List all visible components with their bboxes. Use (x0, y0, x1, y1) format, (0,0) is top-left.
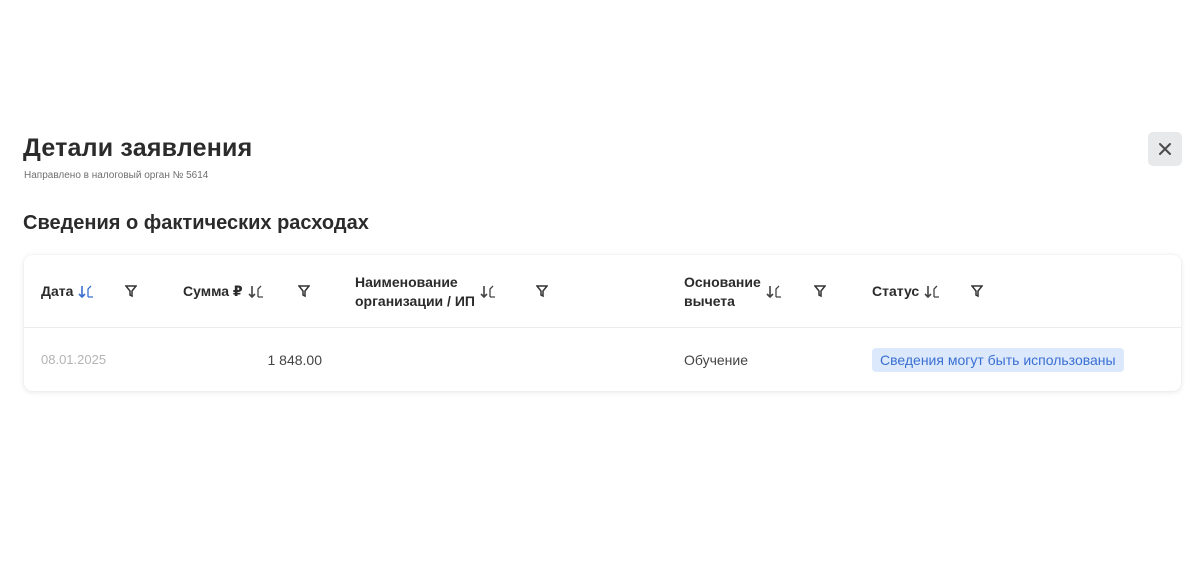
cell-amount: 1 848.00 (267, 351, 323, 368)
expenses-table: Дата Сумма ₽ Наименование организации / … (24, 255, 1181, 391)
close-button[interactable] (1148, 132, 1182, 166)
page-subtitle: Направлено в налоговый орган № 5614 (24, 170, 209, 181)
sort-icon[interactable] (924, 285, 940, 299)
column-header-deduction-basis[interactable]: Основание вычета (684, 255, 782, 328)
table-header: Дата Сумма ₽ Наименование организации / … (24, 255, 1181, 328)
column-label-organization-line2: организации / ИП (355, 292, 475, 309)
column-header-date[interactable]: Дата (41, 255, 94, 328)
column-header-organization[interactable]: Наименование организации / ИП (355, 255, 496, 328)
cell-status: Сведения могут быть использованы (872, 328, 1124, 391)
sort-icon[interactable] (480, 285, 496, 299)
column-header-status[interactable]: Статус (872, 255, 940, 328)
filter-icon[interactable] (298, 284, 310, 298)
statement-details-modal: Детали заявления Направлено в налоговый … (0, 0, 1200, 563)
status-badge: Сведения могут быть использованы (872, 347, 1124, 372)
column-label-deduction-basis: Основание вычета (684, 273, 761, 311)
sort-icon[interactable] (766, 285, 782, 299)
section-title: Сведения о фактических расходах (23, 212, 369, 234)
sort-icon[interactable] (78, 285, 94, 299)
filter-icon[interactable] (536, 284, 548, 298)
cell-date: 08.01.2025 (41, 352, 107, 367)
column-label-organization-line1: Наименование (355, 273, 458, 290)
close-icon (1158, 142, 1172, 156)
sort-icon[interactable] (248, 285, 264, 299)
filter-icon[interactable] (814, 284, 826, 298)
column-label-basis-line2: вычета (684, 292, 735, 309)
column-label-basis-line1: Основание (684, 273, 761, 290)
column-label-date: Дата (41, 283, 74, 299)
page-title: Детали заявления (23, 134, 253, 162)
column-header-amount[interactable]: Сумма ₽ (183, 255, 264, 328)
column-label-status: Статус (872, 283, 920, 299)
column-label-organization: Наименование организации / ИП (355, 273, 475, 311)
filter-icon[interactable] (125, 284, 137, 298)
cell-deduction-basis: Обучение (684, 351, 749, 368)
filter-icon[interactable] (971, 284, 983, 298)
column-label-amount: Сумма ₽ (183, 283, 243, 299)
